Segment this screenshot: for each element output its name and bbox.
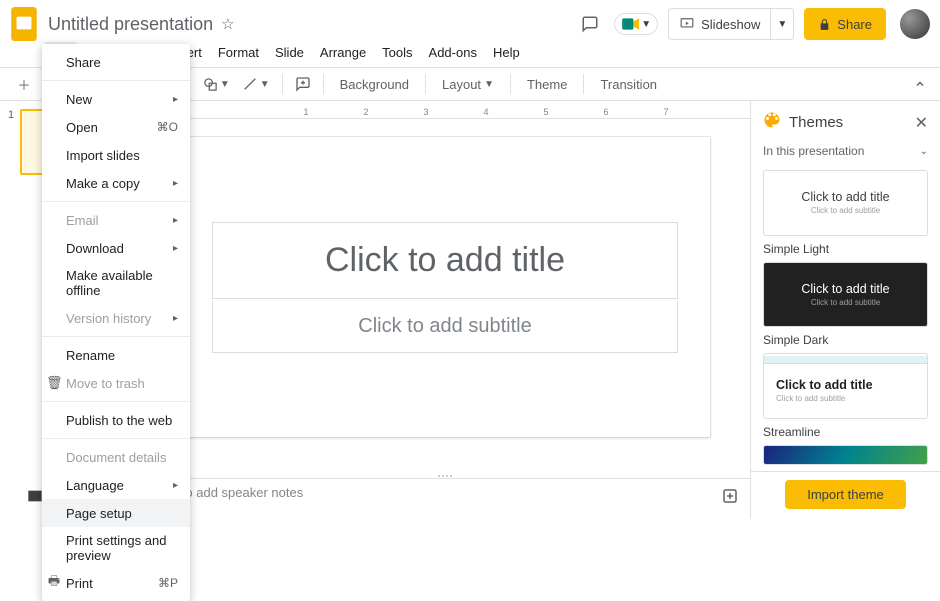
menu-slide[interactable]: Slide: [269, 42, 310, 63]
file-menu-item[interactable]: Open⌘O: [42, 113, 190, 141]
file-menu-item[interactable]: Page setup: [42, 499, 190, 527]
slides-app-icon[interactable]: [10, 6, 38, 42]
themes-panel: Themes ✕ In this presentation ⌄ Click to…: [750, 101, 940, 519]
menu-item-label: Rename: [66, 348, 115, 363]
menu-item-label: Share: [66, 55, 101, 70]
file-dropdown-menu: Share New ▸ Open⌘O Import slides Make a copy ▸…: [42, 44, 190, 601]
file-menu-item: 🗑 Move to trash: [42, 369, 190, 397]
shape-tool[interactable]: ▼: [199, 72, 234, 96]
trash-icon: 🗑: [46, 375, 62, 391]
palette-icon: [763, 111, 781, 134]
menu-item-label: Language: [66, 478, 124, 493]
collapse-toolbar-icon[interactable]: [908, 72, 932, 96]
menu-item-label: Publish to the web: [66, 413, 172, 428]
theme-card-streamline[interactable]: Click to add title Click to add subtitle: [763, 353, 928, 419]
file-menu-item[interactable]: Rename: [42, 341, 190, 369]
comments-icon[interactable]: [576, 10, 604, 38]
share-label: Share: [837, 17, 872, 32]
file-menu-item: Email ▸: [42, 206, 190, 234]
chevron-right-icon: ▸: [173, 178, 178, 189]
chevron-right-icon: ▸: [173, 313, 178, 324]
menu-item-label: Open: [66, 120, 98, 135]
horizontal-ruler: 1 1 2 3 4 5 6 7: [140, 101, 750, 119]
header: Untitled presentation ☆ ▼ Slideshow ▼ Sh…: [0, 0, 940, 42]
explore-icon[interactable]: [721, 487, 739, 510]
menu-item-label: Download: [66, 241, 124, 256]
share-button[interactable]: Share: [804, 8, 886, 40]
menu-addons[interactable]: Add-ons: [423, 42, 483, 63]
theme-card-simple-light[interactable]: Click to add title Click to add subtitle: [763, 170, 928, 236]
file-menu-item[interactable]: Make a copy ▸: [42, 169, 190, 197]
menu-item-label: Version history: [66, 311, 151, 326]
menu-item-label: Make a copy: [66, 176, 140, 191]
slide-subtitle-placeholder[interactable]: Click to add subtitle: [212, 301, 678, 353]
file-menu-item[interactable]: Make available offline: [42, 262, 190, 304]
slide-canvas[interactable]: Click to add title Click to add subtitle: [180, 137, 710, 437]
theme-name: Simple Light: [763, 242, 928, 256]
menu-item-label: Print settings and preview: [66, 533, 178, 563]
chevron-right-icon: ▸: [173, 480, 178, 491]
file-menu-item[interactable]: Download ▸: [42, 234, 190, 262]
layout-button[interactable]: Layout▼: [434, 72, 502, 96]
slideshow-button[interactable]: Slideshow: [669, 9, 770, 39]
theme-card-simple-dark[interactable]: Click to add title Click to add subtitle: [763, 262, 928, 328]
file-menu-item[interactable]: Share: [42, 48, 190, 76]
chevron-right-icon: ▸: [173, 243, 178, 254]
file-menu-item: Document details: [42, 443, 190, 471]
theme-name: Simple Dark: [763, 333, 928, 347]
close-icon[interactable]: ✕: [915, 113, 928, 133]
chevron-down-icon[interactable]: ⌄: [920, 146, 928, 157]
menu-item-label: Print: [66, 576, 93, 591]
file-menu-item[interactable]: New ▸: [42, 85, 190, 113]
chevron-right-icon: ▸: [173, 215, 178, 226]
file-menu-item[interactable]: Publish to the web: [42, 406, 190, 434]
menu-item-label: Import slides: [66, 148, 140, 163]
menu-arrange[interactable]: Arrange: [314, 42, 372, 63]
file-menu-item[interactable]: 🖶Print⌘P: [42, 569, 190, 597]
menu-item-label: Make available offline: [66, 268, 178, 298]
filmstrip-view-icon[interactable]: [27, 489, 43, 508]
account-avatar[interactable]: [900, 9, 930, 39]
file-menu-item[interactable]: Print settings and preview: [42, 527, 190, 569]
slide-title-placeholder[interactable]: Click to add title: [212, 222, 678, 299]
slide-number: 1: [8, 109, 16, 175]
theme-button[interactable]: Theme: [519, 72, 575, 96]
menu-item-label: Move to trash: [66, 376, 145, 391]
themes-title: Themes: [789, 114, 843, 131]
slideshow-dropdown[interactable]: ▼: [770, 9, 793, 39]
slideshow-label: Slideshow: [701, 17, 760, 32]
menu-item-label: Page setup: [66, 506, 132, 521]
menu-format[interactable]: Format: [212, 42, 265, 63]
menu-help[interactable]: Help: [487, 42, 526, 63]
speaker-notes[interactable]: Click to add speaker notes: [140, 478, 710, 518]
menu-item-label: New: [66, 92, 92, 107]
file-menu-item: Version history ▸: [42, 304, 190, 332]
menu-item-label: Email: [66, 213, 99, 228]
theme-card-next[interactable]: [763, 445, 928, 465]
background-button[interactable]: Background: [332, 72, 417, 96]
theme-name: Streamline: [763, 425, 928, 439]
menu-item-label: Document details: [66, 450, 166, 465]
transition-button[interactable]: Transition: [592, 72, 665, 96]
chevron-down-icon: ▼: [641, 19, 651, 30]
file-menu-item[interactable]: Import slides: [42, 141, 190, 169]
new-slide-button[interactable]: ＋: [12, 72, 36, 96]
star-icon[interactable]: ☆: [221, 15, 234, 33]
line-tool[interactable]: ▼: [238, 72, 274, 96]
comment-tool[interactable]: [291, 72, 315, 96]
print-icon: 🖶: [46, 572, 62, 594]
chevron-right-icon: ▸: [173, 94, 178, 105]
file-menu-item[interactable]: Language ▸: [42, 471, 190, 499]
meet-button[interactable]: ▼: [614, 13, 658, 35]
menu-tools[interactable]: Tools: [376, 42, 418, 63]
themes-subtitle: In this presentation: [763, 144, 864, 158]
document-title[interactable]: Untitled presentation: [48, 14, 213, 35]
